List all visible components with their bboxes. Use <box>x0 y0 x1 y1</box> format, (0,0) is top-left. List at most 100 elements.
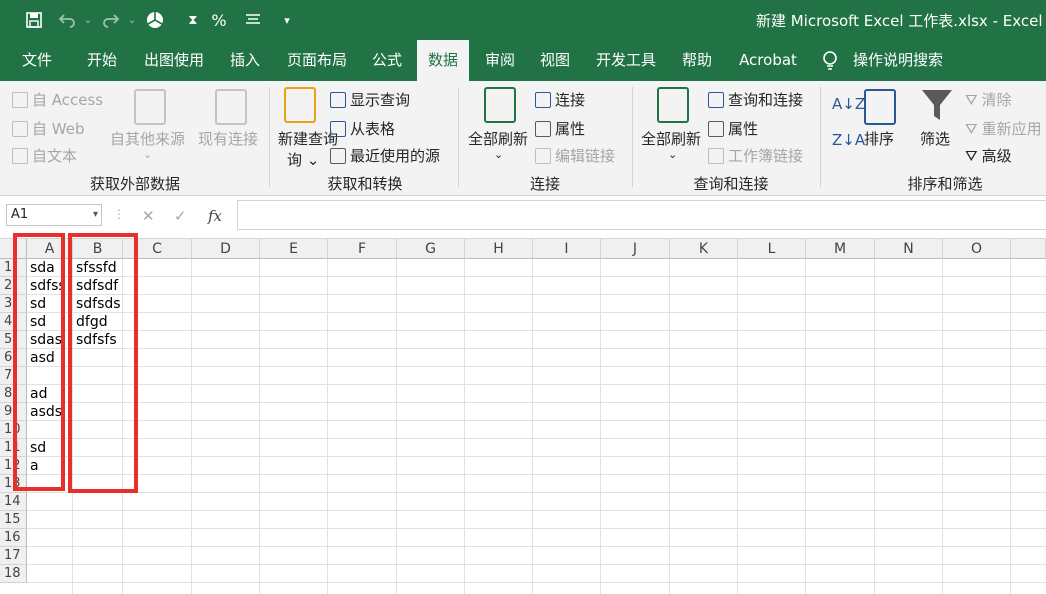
clear-filter-button[interactable]: ⛛ 清除 <box>965 89 1012 110</box>
properties-icon <box>535 120 551 137</box>
enter-icon[interactable]: ✓ <box>174 207 187 225</box>
show-queries-button[interactable]: 显示查询 <box>330 89 410 110</box>
name-box-value: A1 <box>11 207 29 222</box>
row-gridline <box>27 420 1046 421</box>
advanced-filter-button[interactable]: ⛛ 高级 <box>965 145 1012 166</box>
text-file-icon <box>12 147 28 164</box>
column-header-j[interactable]: J <box>601 239 670 259</box>
align-icon[interactable] <box>242 8 264 32</box>
properties-icon <box>708 120 724 137</box>
recent-sources-button[interactable]: 最近使用的源 <box>330 145 440 166</box>
column-header-d[interactable]: D <box>192 239 260 259</box>
table-icon <box>330 91 346 108</box>
row-gridline <box>27 456 1046 457</box>
tab-home[interactable]: 开始 <box>76 40 128 81</box>
tab-developer[interactable]: 开发工具 <box>588 40 664 81</box>
save-icon[interactable] <box>22 8 46 32</box>
column-gridline <box>600 259 601 594</box>
column-header-f[interactable]: F <box>328 239 397 259</box>
chevron-down-icon[interactable]: ⌄ <box>126 8 138 32</box>
row-header-15[interactable]: 15 <box>0 511 27 529</box>
highlight-box-column-b <box>68 233 138 493</box>
refresh-all-button[interactable]: 全部刷新 <box>468 128 528 149</box>
tab-formulas[interactable]: 公式 <box>364 40 410 81</box>
redo-icon[interactable] <box>100 8 122 32</box>
column-header-h[interactable]: H <box>465 239 533 259</box>
new-query-label: 新建查询 <box>278 130 339 148</box>
properties-button-2[interactable]: 属性 <box>708 118 758 139</box>
insert-function-icon[interactable]: fx <box>208 207 222 225</box>
filter-button[interactable]: 筛选 <box>920 128 950 149</box>
tab-file[interactable]: 文件 <box>8 40 66 81</box>
column-gridline <box>532 259 533 594</box>
column-header-i[interactable]: I <box>533 239 601 259</box>
column-header-k[interactable]: K <box>670 239 738 259</box>
edit-links-button[interactable]: 编辑链接 <box>535 145 615 166</box>
chevron-down-icon[interactable]: ▾ <box>93 205 98 225</box>
tab-data[interactable]: 数据 <box>417 40 469 81</box>
new-query-button[interactable]: 新建查询 <box>278 128 338 149</box>
queries-connections-button[interactable]: 查询和连接 <box>708 89 803 110</box>
row-gridline <box>27 276 1046 277</box>
sort-icon[interactable]: ⧗ <box>184 8 202 32</box>
spreadsheet-grid[interactable]: ABCDEFGHIJKLMNO 1 2 3 4 5 6 7 8 9 10 11 12 13 14 15 16 1… <box>0 233 1046 594</box>
from-access-button[interactable]: 自 Access <box>12 89 103 110</box>
row-header-16[interactable]: 16 <box>0 529 27 547</box>
sort-button[interactable]: 排序 <box>864 128 894 149</box>
column-header-partial[interactable] <box>1011 239 1046 259</box>
customize-icon[interactable]: ▾ <box>278 8 296 32</box>
tell-me-search[interactable]: 操作说明搜索 <box>848 40 948 81</box>
column-gridline <box>737 259 738 594</box>
title-bar: ⌄ ⌄ ⧗ % ▾ 新建 Microsoft Excel 工作表.xlsx - … <box>0 0 1046 40</box>
column-header-n[interactable]: N <box>875 239 943 259</box>
from-web-button[interactable]: 自 Web <box>12 118 84 139</box>
cancel-icon[interactable]: ✕ <box>142 207 155 225</box>
row-gridline <box>27 582 1046 583</box>
other-sources-icon <box>134 89 166 125</box>
new-query-dropdown[interactable]: 询 ⌄ <box>287 149 319 170</box>
from-text-button[interactable]: 自文本 <box>12 145 77 166</box>
other-sources-button[interactable]: 自其他来源 <box>110 128 185 149</box>
workbook-links-button[interactable]: 工作簿链接 <box>708 145 803 166</box>
more-options-icon[interactable]: ⋮ <box>113 207 125 221</box>
column-gridline <box>327 259 328 594</box>
from-table-button[interactable]: 从表格 <box>330 118 395 139</box>
tab-chart-use[interactable]: 出图使用 <box>136 40 212 81</box>
column-header-o[interactable]: O <box>943 239 1011 259</box>
row-header-14[interactable]: 14 <box>0 493 27 511</box>
tab-insert[interactable]: 插入 <box>220 40 270 81</box>
sort-descending-icon[interactable]: Z↓A <box>832 131 865 149</box>
existing-connections-icon <box>215 89 247 125</box>
group-separator <box>820 87 821 187</box>
table-grid-icon <box>330 120 346 137</box>
tab-help[interactable]: 帮助 <box>674 40 720 81</box>
column-header-l[interactable]: L <box>738 239 806 259</box>
name-box[interactable]: A1 ▾ <box>6 204 102 226</box>
connections-button[interactable]: 连接 <box>535 89 585 110</box>
column-header-m[interactable]: M <box>806 239 875 259</box>
formula-input[interactable] <box>237 200 1046 230</box>
chevron-down-icon: ⌄ <box>143 148 153 161</box>
row-header-18[interactable]: 18 <box>0 565 27 583</box>
undo-icon[interactable] <box>56 8 78 32</box>
lightbulb-icon[interactable] <box>818 40 842 81</box>
row-gridline <box>27 438 1046 439</box>
chevron-down-icon[interactable]: ⌄ <box>82 8 94 32</box>
sort-ascending-icon[interactable]: A↓Z <box>832 95 865 113</box>
column-header-g[interactable]: G <box>397 239 465 259</box>
pie-chart-icon[interactable] <box>144 8 166 32</box>
percent-icon[interactable]: % <box>208 8 230 32</box>
row-header-17[interactable]: 17 <box>0 547 27 565</box>
tab-page-layout[interactable]: 页面布局 <box>280 40 354 81</box>
refresh-all-button-2[interactable]: 全部刷新 <box>641 128 701 149</box>
reapply-button[interactable]: ⛛ 重新应用 <box>965 118 1042 139</box>
row-gridline <box>27 312 1046 313</box>
existing-connections-button[interactable]: 现有连接 <box>198 128 258 149</box>
group-separator <box>458 87 459 187</box>
tab-acrobat[interactable]: Acrobat <box>732 40 804 81</box>
tab-view[interactable]: 视图 <box>532 40 578 81</box>
chevron-down-icon: ⌄ <box>494 148 504 161</box>
column-header-e[interactable]: E <box>260 239 328 259</box>
properties-button[interactable]: 属性 <box>535 118 585 139</box>
tab-review[interactable]: 审阅 <box>476 40 524 81</box>
